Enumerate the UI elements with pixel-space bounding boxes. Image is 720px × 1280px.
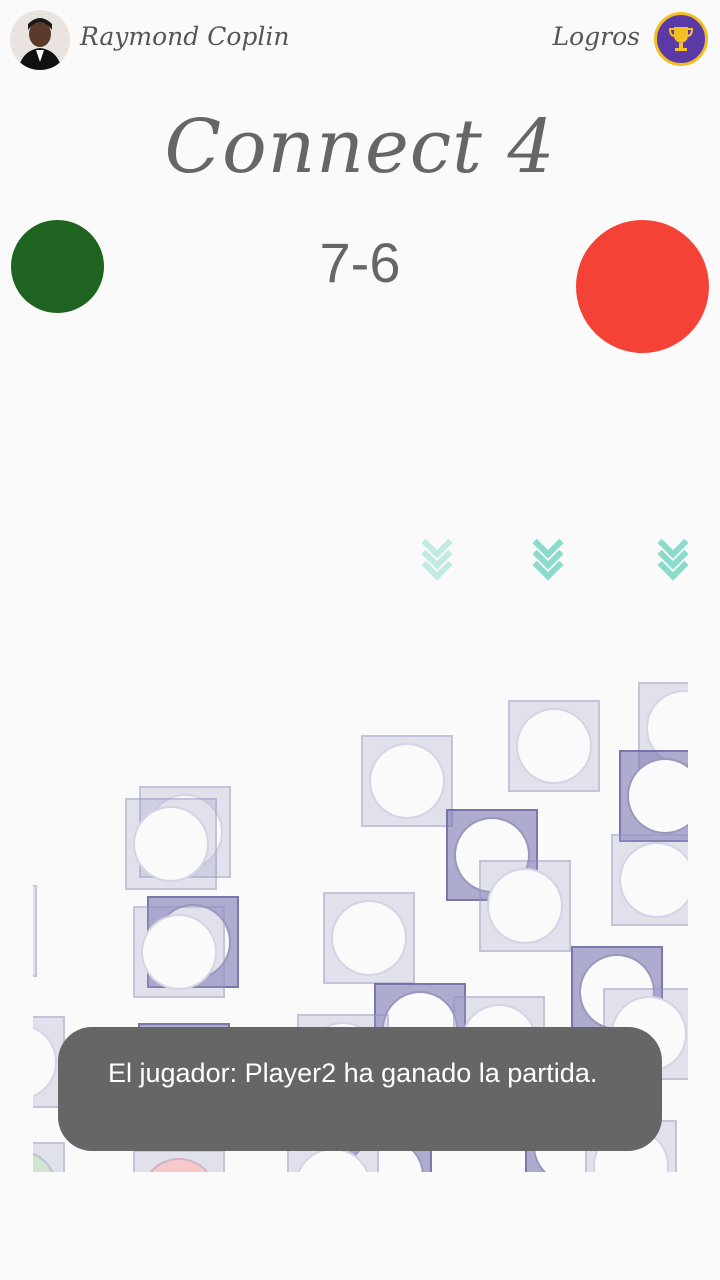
board-cell bbox=[133, 906, 225, 998]
board-cell bbox=[361, 735, 453, 827]
drop-indicator-icon bbox=[657, 527, 689, 581]
board-cell bbox=[611, 834, 688, 926]
trophy-icon bbox=[668, 27, 694, 51]
board-cell bbox=[479, 860, 571, 952]
username: Raymond Coplin bbox=[80, 22, 290, 51]
player1-disc bbox=[11, 220, 104, 313]
board-cell bbox=[33, 885, 37, 977]
achievements-button[interactable] bbox=[654, 12, 708, 66]
board-cell bbox=[33, 1142, 65, 1172]
player2-disc bbox=[576, 220, 709, 353]
user-photo-icon bbox=[10, 10, 70, 70]
drop-indicator-icon bbox=[532, 527, 564, 581]
board-cell bbox=[323, 892, 415, 984]
achievements-label[interactable]: Logros bbox=[553, 22, 641, 51]
score: 7-6 bbox=[319, 231, 401, 294]
game-title: Connect 4 bbox=[164, 104, 556, 190]
board-cell bbox=[508, 700, 600, 792]
avatar[interactable] bbox=[10, 10, 70, 70]
winner-toast: El jugador: Player2 ha ganado la partida… bbox=[58, 1027, 662, 1151]
top-bar: Raymond Coplin Logros bbox=[0, 0, 720, 84]
board-cell bbox=[125, 798, 217, 890]
board-cell bbox=[133, 1150, 225, 1172]
board-cell bbox=[619, 750, 688, 842]
drop-indicator-icon bbox=[421, 527, 453, 581]
